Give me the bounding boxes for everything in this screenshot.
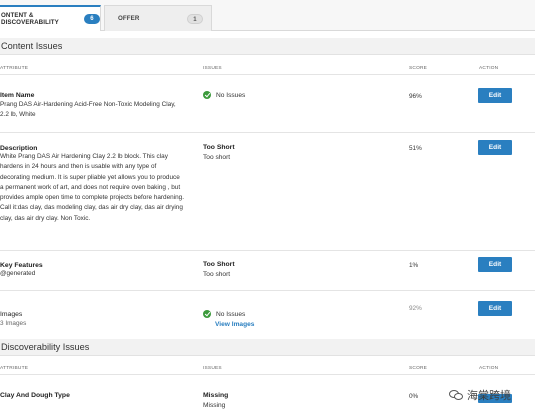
- edit-button[interactable]: Edit: [478, 301, 512, 316]
- col-issues: ISSUES: [203, 66, 222, 71]
- tab-offer[interactable]: OFFER 1: [104, 5, 212, 31]
- score-value: 96%: [409, 93, 422, 100]
- score-value: 92%: [409, 305, 422, 312]
- col-attribute: ATTRIBUTE: [0, 366, 29, 371]
- issue-subtitle: Too short: [203, 271, 231, 278]
- issue-label: No Issues: [216, 310, 246, 318]
- col-attribute: ATTRIBUTE: [0, 66, 29, 71]
- col-score: SCORE: [409, 366, 428, 371]
- issue-title: Too Short: [203, 144, 235, 151]
- col-score: SCORE: [409, 66, 428, 71]
- attribute-value: 3 Images: [0, 320, 27, 327]
- attribute-name: Key Features: [0, 262, 43, 269]
- attribute-value: White Prang DAS Air Hardening Clay 2.2 l…: [0, 153, 185, 222]
- col-action: ACTION: [479, 66, 499, 71]
- check-circle-icon: [203, 91, 211, 99]
- chat-bubbles-icon: [449, 389, 464, 402]
- discoverability-issues-heading: Discoverability Issues: [0, 339, 535, 356]
- score-value: 1%: [409, 262, 419, 269]
- score-value: 0%: [409, 393, 419, 400]
- issue-subtitle: Missing: [203, 402, 226, 409]
- col-issues: ISSUES: [203, 366, 222, 371]
- watermark-text: 海棠跨境: [467, 390, 511, 402]
- tab-offer-count-badge: 1: [187, 13, 203, 24]
- divider: [0, 132, 535, 133]
- issue-title: Too Short: [203, 261, 235, 268]
- tab-content-count-badge: 6: [84, 14, 100, 24]
- divider: [0, 290, 535, 291]
- attribute-name: Item Name: [0, 92, 35, 99]
- score-value: 51%: [409, 145, 422, 152]
- issue-subtitle: Too short: [203, 154, 231, 161]
- watermark: 海棠跨境: [449, 387, 511, 403]
- attribute-name: Description: [0, 145, 38, 152]
- attribute-value: Prang DAS Air-Hardening Acid-Free Non-To…: [0, 101, 176, 119]
- tab-content-label: ONTENT & DISCOVERABILITY: [1, 12, 59, 26]
- tab-bar: ONTENT & DISCOVERABILITY 6 OFFER 1: [0, 0, 535, 31]
- content-issues-heading: Content Issues: [0, 38, 535, 55]
- check-circle-icon: [203, 310, 211, 318]
- attribute-value: @generated: [0, 270, 36, 277]
- attribute-name: Images: [0, 311, 23, 318]
- edit-button[interactable]: Edit: [478, 257, 512, 272]
- col-action: ACTION: [479, 366, 499, 371]
- divider: [0, 374, 535, 375]
- issue-status: No Issues: [203, 91, 245, 99]
- attribute-name: Clay And Dough Type: [0, 392, 70, 399]
- issue-status: No Issues: [203, 310, 245, 318]
- issue-label: No Issues: [216, 91, 246, 99]
- tab-offer-label: OFFER: [118, 15, 140, 22]
- issue-title: Missing: [203, 392, 229, 399]
- divider: [0, 74, 535, 75]
- edit-button[interactable]: Edit: [478, 88, 512, 103]
- edit-button[interactable]: Edit: [478, 140, 512, 155]
- divider: [0, 250, 535, 251]
- content-panel: Content Issues ATTRIBUTE ISSUES SCORE AC…: [0, 31, 535, 416]
- tab-content-discoverability[interactable]: ONTENT & DISCOVERABILITY 6: [0, 5, 101, 31]
- view-images-link[interactable]: View Images: [215, 321, 254, 328]
